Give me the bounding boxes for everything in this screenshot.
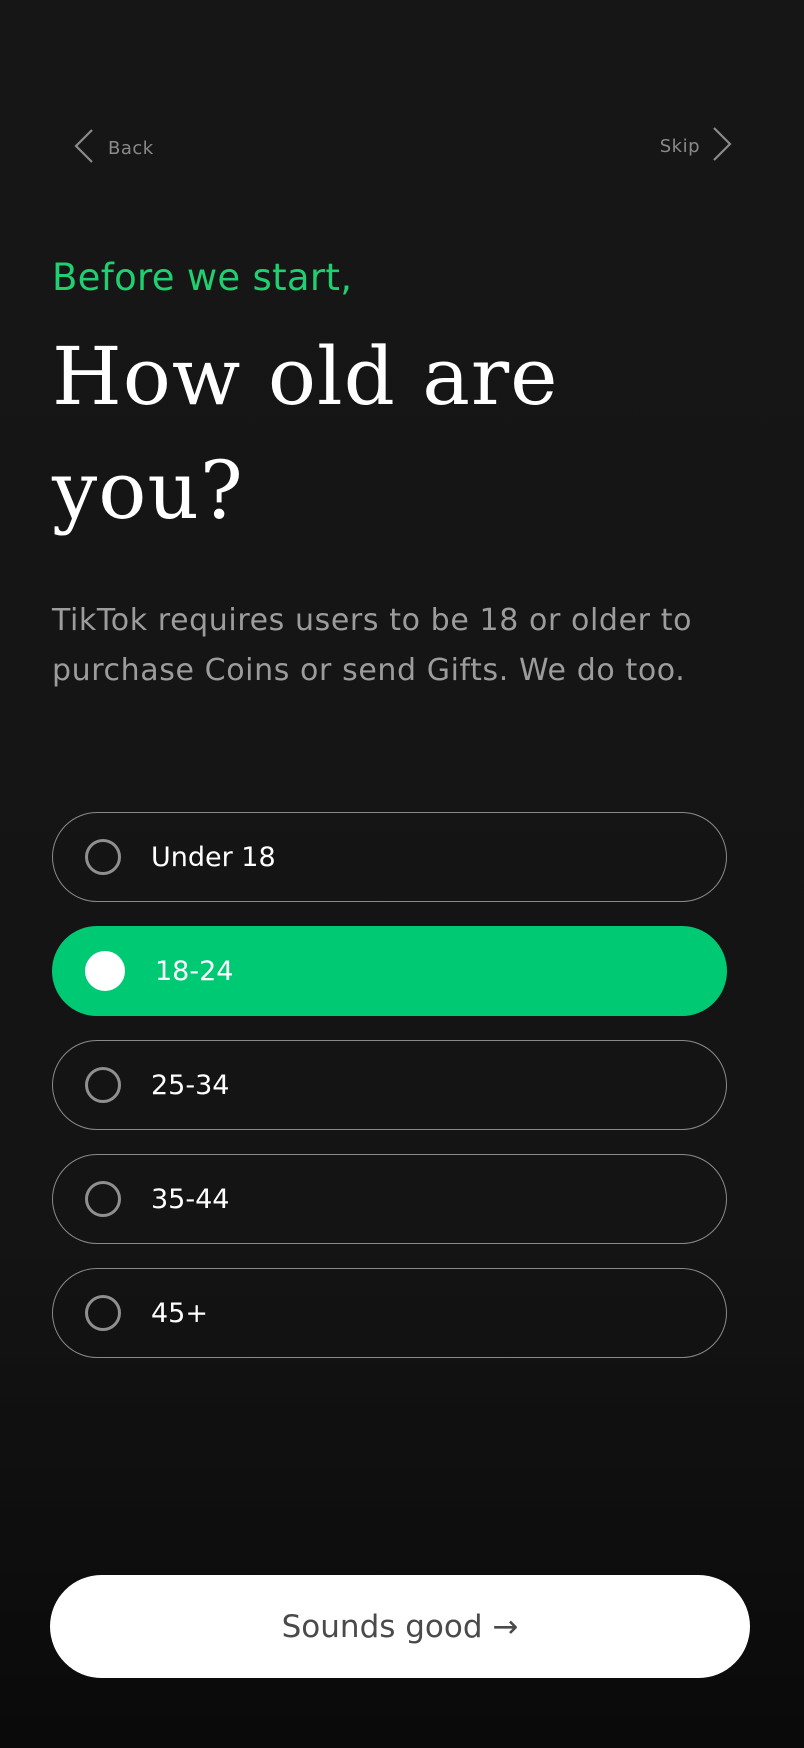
skip-label: Skip	[659, 135, 700, 157]
back-label: Back	[108, 137, 154, 159]
radio-circle-icon[interactable]	[85, 839, 121, 875]
age-options-list: Under 18 18-24 25-34 35-44 45+	[52, 812, 727, 1382]
radio-circle-icon[interactable]	[85, 1067, 121, 1103]
age-option-25-34[interactable]: 25-34	[52, 1040, 727, 1130]
age-option-18-24[interactable]: 18-24	[52, 926, 727, 1016]
age-option-45-plus[interactable]: 45+	[52, 1268, 727, 1358]
chevron-right-icon	[708, 124, 736, 168]
age-option-label: 45+	[151, 1297, 208, 1329]
page-title: How old are you?	[52, 330, 559, 537]
chevron-left-icon	[70, 126, 98, 170]
sounds-good-label: Sounds good →	[281, 1608, 519, 1645]
age-option-label: Under 18	[151, 841, 276, 873]
age-option-label: 25-34	[151, 1069, 230, 1101]
radio-circle-icon[interactable]	[85, 951, 125, 991]
radio-circle-icon[interactable]	[85, 1181, 121, 1217]
eyebrow-text: Before we start,	[52, 256, 353, 299]
skip-button[interactable]: Skip	[660, 124, 736, 168]
age-option-under-18[interactable]: Under 18	[52, 812, 727, 902]
sounds-good-button[interactable]: Sounds good →	[50, 1575, 750, 1678]
top-navigation: Back Skip	[0, 0, 804, 200]
page-subtitle: TikTok requires users to be 18 or older …	[52, 603, 693, 688]
radio-circle-icon[interactable]	[85, 1295, 121, 1331]
back-button[interactable]: Back	[70, 126, 154, 170]
age-option-label: 35-44	[151, 1183, 230, 1215]
age-option-label: 18-24	[155, 955, 234, 987]
age-option-35-44[interactable]: 35-44	[52, 1154, 727, 1244]
